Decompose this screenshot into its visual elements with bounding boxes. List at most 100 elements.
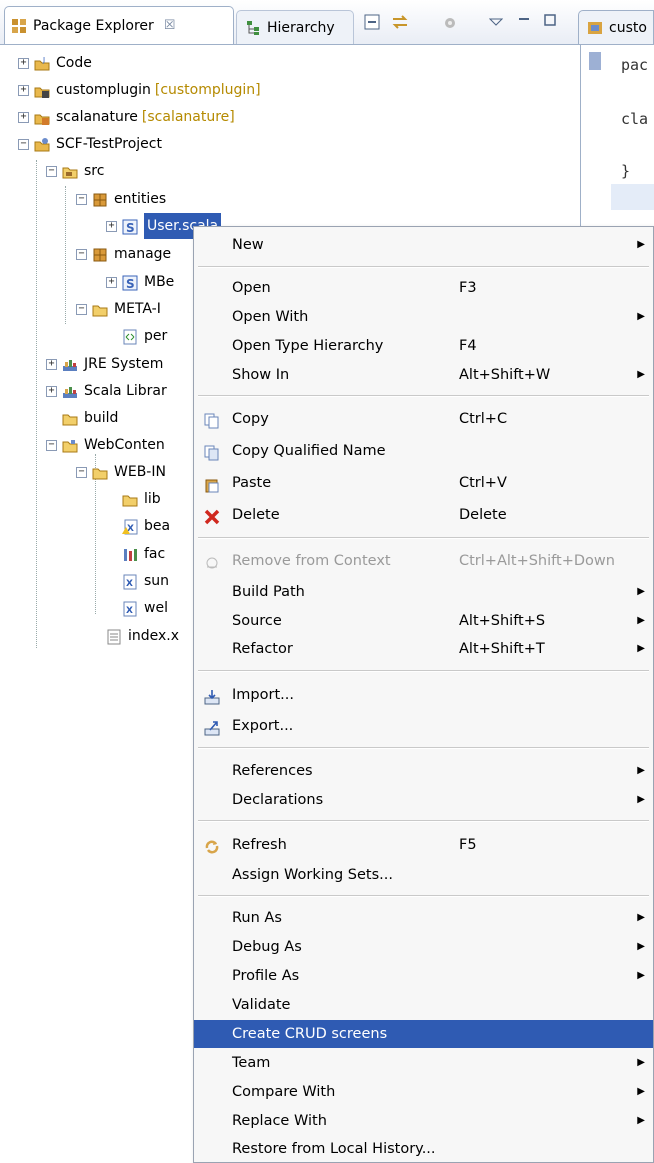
menu-item-refactor[interactable]: Refactor Alt+Shift+T ▶ xyxy=(194,635,653,663)
submenu-arrow-icon: ▶ xyxy=(637,970,645,981)
menu-item-show-in[interactable]: Show In Alt+Shift+W ▶ xyxy=(194,361,653,389)
menu-item-debug-as[interactable]: Debug As ▶ xyxy=(194,933,653,961)
menu-item-restore-from-local-history[interactable]: Restore from Local History... xyxy=(194,1135,653,1163)
tree-item-index[interactable]: index.x xyxy=(106,623,179,649)
menu-item-import[interactable]: Import... xyxy=(194,681,653,709)
menu-item-assign-working-sets[interactable]: Assign Working Sets... xyxy=(194,861,653,889)
submenu-arrow-icon: ▶ xyxy=(637,941,645,952)
tree-item-web-inf[interactable]: − WEB-IN xyxy=(76,459,166,485)
tree-item-mbean[interactable]: + S MBe xyxy=(106,269,174,295)
tree-item-label: bea xyxy=(144,518,171,534)
tree-item-label: WEB-IN xyxy=(114,464,166,480)
project-icon: J xyxy=(34,55,50,71)
collapse-icon[interactable]: − xyxy=(18,138,29,150)
menu-item-remove-from-context[interactable]: Remove from Context Ctrl+Alt+Shift+Down xyxy=(194,547,653,575)
tree-item-label: src xyxy=(84,163,105,179)
collapse-icon[interactable]: − xyxy=(76,466,87,478)
tree-item-scalanature[interactable]: + scalanature [scalanature] xyxy=(18,104,235,130)
tree-item-webcontent[interactable]: − WebConten xyxy=(46,432,165,458)
menu-item-label: Open With xyxy=(232,309,309,325)
package-icon xyxy=(92,191,108,207)
menu-item-new[interactable]: New ▶ xyxy=(194,231,653,259)
expand-icon[interactable]: + xyxy=(106,220,117,232)
focus-task-icon[interactable] xyxy=(440,13,460,33)
plugin-project-icon xyxy=(34,82,50,98)
menu-item-copy[interactable]: Copy Ctrl+C xyxy=(194,405,653,433)
xml-file-icon: X xyxy=(122,600,138,617)
tree-item-entities[interactable]: − entities xyxy=(76,186,166,212)
menu-item-label: Replace With xyxy=(232,1113,327,1129)
minimize-icon[interactable] xyxy=(514,13,534,33)
remove-context-icon xyxy=(204,553,220,569)
code-line: pac xyxy=(621,56,649,74)
tree-item-build[interactable]: build xyxy=(62,405,118,431)
expand-icon[interactable]: + xyxy=(18,84,29,96)
expand-icon[interactable]: + xyxy=(18,57,29,69)
menu-item-open-type-hierarchy[interactable]: Open Type Hierarchy F4 xyxy=(194,332,653,360)
svg-text:S: S xyxy=(126,277,135,291)
collapse-all-icon[interactable] xyxy=(362,13,382,33)
menu-item-compare-with[interactable]: Compare With ▶ xyxy=(194,1078,653,1106)
tree-item-persistence[interactable]: per xyxy=(122,323,167,349)
svg-text:X: X xyxy=(126,579,133,589)
tree-item-web[interactable]: X wel xyxy=(122,595,168,621)
tree-item-scala-library[interactable]: + Scala Librar xyxy=(46,378,167,404)
collapse-icon[interactable]: − xyxy=(46,165,57,177)
view-menu-icon[interactable] xyxy=(486,13,506,33)
menu-item-label: Copy Qualified Name xyxy=(232,443,386,459)
tree-item-customplugin[interactable]: + customplugin [customplugin] xyxy=(18,77,261,103)
close-x-icon[interactable]: ☒ xyxy=(164,18,176,33)
maximize-icon[interactable] xyxy=(540,13,560,33)
library-icon xyxy=(62,383,78,399)
menu-item-source[interactable]: Source Alt+Shift+S ▶ xyxy=(194,607,653,635)
menu-item-open-with[interactable]: Open With ▶ xyxy=(194,303,653,331)
menu-item-replace-with[interactable]: Replace With ▶ xyxy=(194,1107,653,1135)
tab-hierarchy-label: Hierarchy xyxy=(267,19,335,36)
collapse-icon[interactable]: − xyxy=(76,193,87,205)
collapse-icon[interactable]: − xyxy=(76,248,87,260)
tree-guide xyxy=(36,160,37,648)
menu-item-run-as[interactable]: Run As ▶ xyxy=(194,904,653,932)
menu-item-refresh[interactable]: Refresh F5 xyxy=(194,831,653,859)
menu-item-delete[interactable]: Delete Delete xyxy=(194,501,653,529)
tree-item-sun[interactable]: X sun xyxy=(122,568,169,594)
menu-item-build-path[interactable]: Build Path ▶ xyxy=(194,578,653,606)
expand-icon[interactable]: + xyxy=(18,111,29,123)
menu-item-label: Open Type Hierarchy xyxy=(232,338,384,354)
menu-item-profile-as[interactable]: Profile As ▶ xyxy=(194,962,653,990)
menu-item-declarations[interactable]: Declarations ▶ xyxy=(194,786,653,814)
tree-item-code[interactable]: + J Code xyxy=(18,50,92,76)
xml-warning-icon: X xyxy=(122,518,138,535)
tree-item-src[interactable]: − src xyxy=(46,158,104,184)
expand-icon[interactable]: + xyxy=(46,358,57,370)
menu-item-export[interactable]: Export... xyxy=(194,712,653,740)
menu-item-references[interactable]: References ▶ xyxy=(194,757,653,785)
menu-item-open[interactable]: Open F3 xyxy=(194,274,653,302)
menu-item-create-crud-screens[interactable]: Create CRUD screens xyxy=(194,1020,653,1048)
menu-item-team[interactable]: Team ▶ xyxy=(194,1049,653,1077)
menu-item-label: Refactor xyxy=(232,641,293,657)
tree-item-scf-testproject[interactable]: − SCF-TestProject xyxy=(18,131,162,157)
link-with-editor-icon[interactable] xyxy=(390,13,410,33)
tab-hierarchy[interactable]: Hierarchy xyxy=(236,10,354,44)
collapse-icon[interactable]: − xyxy=(76,303,87,315)
shortcut-label: Alt+Shift+S xyxy=(459,613,546,629)
tree-item-meta-inf[interactable]: − META-I xyxy=(76,296,161,322)
menu-item-validate[interactable]: Validate xyxy=(194,991,653,1019)
tab-editor[interactable]: custo xyxy=(578,10,654,44)
collapse-icon[interactable]: − xyxy=(46,439,57,451)
menu-item-copy-qualified-name[interactable]: Copy Qualified Name xyxy=(194,437,653,465)
plugin-project-icon xyxy=(34,109,50,125)
expand-icon[interactable]: + xyxy=(106,276,117,288)
tab-package-explorer[interactable]: Package Explorer ☒ xyxy=(4,6,234,44)
menu-item-paste[interactable]: Paste Ctrl+V xyxy=(194,469,653,497)
tree-item-beans[interactable]: X bea xyxy=(122,513,170,539)
tree-item-faces[interactable]: fac xyxy=(122,541,165,567)
expand-icon[interactable]: + xyxy=(46,385,57,397)
folder-open-icon xyxy=(62,437,78,453)
tree-item-jre[interactable]: + JRE System xyxy=(46,351,163,377)
submenu-arrow-icon: ▶ xyxy=(637,311,645,322)
tree-item-managed[interactable]: − manage xyxy=(76,241,171,267)
tree-item-lib[interactable]: lib xyxy=(122,486,161,512)
shortcut-label: Alt+Shift+T xyxy=(459,641,545,657)
